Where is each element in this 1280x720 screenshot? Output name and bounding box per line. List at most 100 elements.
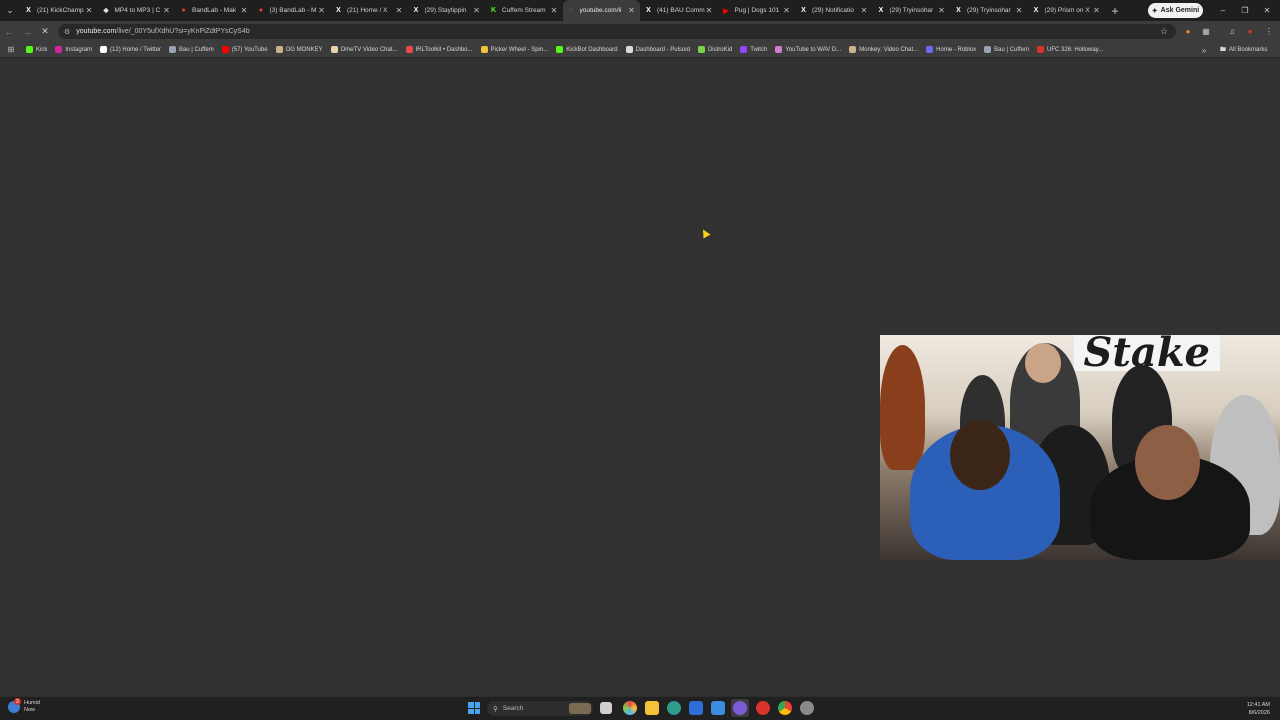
tab-close-icon[interactable]: ✕ [705,6,714,15]
bookmark-item[interactable]: Kick [22,42,51,58]
back-button[interactable]: ← [0,21,18,42]
bookmark-label: Home - Roblox [936,46,977,53]
tab-search-chevron-icon[interactable]: ⌄ [0,0,20,21]
weather-widget[interactable]: 2 Humid Now [8,698,40,714]
restore-window-button[interactable]: ❐ [1234,0,1256,21]
browser-tab[interactable]: X (29) Tryinsohar ✕ [950,0,1028,21]
chrome-icon[interactable] [778,701,792,715]
browser-tab[interactable]: X (41) BAU Comm ✕ [640,0,718,21]
ask-gemini-button[interactable]: ✦ Ask Gemini [1148,3,1203,18]
discord-icon[interactable] [733,701,747,715]
tab-close-icon[interactable]: ✕ [550,6,559,15]
browser-tab[interactable]: ▶ Pug | Dogs 101 ✕ [718,0,796,21]
x-logo-icon: X [413,7,419,14]
bookmark-item[interactable]: OG MONKEY [272,42,327,58]
profile-avatar[interactable]: ● [1241,21,1259,42]
bookmark-item[interactable]: Home - Roblox [922,42,980,58]
bookmark-item[interactable]: Picker Wheel - Spin... [477,42,553,58]
bookmark-star-icon[interactable]: ☆ [1160,26,1168,37]
bookmark-item[interactable]: KickBot Dashboard [552,42,621,58]
microsoft-store-icon[interactable] [689,701,703,715]
bookmark-label: IRLToolkit • Dashbo... [415,46,473,53]
system-clock[interactable]: 12:41 AM 8/6/2026 [1247,701,1270,717]
address-bar[interactable]: ⚙ youtube.com/live/_00Y5ufXdhU?si=yKnPiZ… [58,24,1176,39]
tab-title: (29) Prism on X [1044,7,1090,14]
tab-close-icon[interactable]: ✕ [1092,6,1101,15]
browser-tab[interactable]: X (29) Tryinsohar ✕ [873,0,951,21]
bookmark-item[interactable]: OmeTV Video Chat... [327,42,402,58]
tab-close-icon[interactable]: ✕ [937,6,946,15]
bookmark-favicon-icon [480,46,488,53]
site-info-icon[interactable]: ⚙ [64,28,70,36]
copilot-icon[interactable] [623,701,637,715]
tab-close-icon[interactable]: ✕ [240,6,249,15]
browser-tab[interactable]: X (21) Home / X ✕ [330,0,408,21]
all-bookmarks-button[interactable]: 🖿 All Bookmarks [1220,42,1267,58]
bookmark-label: (12) Home / Twitter [110,46,161,53]
tab-close-icon[interactable]: ✕ [85,6,94,15]
chrome-profile-icon[interactable] [756,701,770,715]
new-tab-button[interactable]: + [1105,0,1125,21]
bookmark-item[interactable]: Bau | Cuffem [980,42,1033,58]
apps-grid-icon[interactable]: ⊞ [0,45,22,54]
browser-tab[interactable]: ❖ MP4 to MP3 | C ✕ [98,0,176,21]
browser-tab[interactable]: X (21) KickChamp ✕ [20,0,98,21]
settings-gear-icon[interactable] [800,701,814,715]
stop-loading-button[interactable]: ✕ [36,21,54,42]
minimize-window-button[interactable]: – [1212,0,1234,21]
windows-start-icon[interactable] [468,702,480,714]
bookmark-label: OG MONKEY [285,46,323,53]
browser-tab[interactable]: ◌ youtube.com/li ✕ [562,0,640,21]
bookmark-favicon-icon [221,46,229,53]
tab-close-icon[interactable]: ✕ [472,6,481,15]
search-placeholder: Search [502,705,524,712]
tab-close-icon[interactable]: ✕ [162,6,171,15]
extensions-puzzle-icon[interactable]: ▦ [1197,21,1215,42]
media-controls-icon[interactable]: ♫ [1223,21,1241,42]
tab-title: (21) Home / X [347,7,388,14]
close-window-button[interactable]: ✕ [1256,0,1278,21]
bookmark-item[interactable]: Instagram [51,42,96,58]
tab-close-icon[interactable]: ✕ [860,6,869,15]
browser-tab[interactable]: ● BandLab - Mak ✕ [175,0,253,21]
task-view-icon[interactable] [600,702,612,714]
bookmark-item[interactable]: (12) Home / Twitter [96,42,165,58]
browser-tab[interactable]: X (29) Prism on X ✕ [1028,0,1106,21]
browser-tab[interactable]: X (29) Staytippin ✕ [408,0,486,21]
outlook-icon[interactable] [711,701,725,715]
extension-icon[interactable]: ● [1179,21,1197,42]
tab-close-icon[interactable]: ✕ [782,6,791,15]
mouse-cursor-icon [699,227,711,239]
browser-tab[interactable]: K Cuffem Stream ✕ [485,0,563,21]
bookmark-favicon-icon [697,46,705,53]
tab-close-icon[interactable]: ✕ [627,6,636,15]
edge-browser-icon[interactable] [667,701,681,715]
bookmark-item[interactable]: (57) YouTube [218,42,272,58]
browser-tab[interactable]: ● (3) BandLab - M ✕ [253,0,331,21]
bookmark-item[interactable]: Twitch [736,42,771,58]
bookmark-item[interactable]: YouTube to WAV D... [771,42,845,58]
bookmark-item[interactable]: Monkey: Video Chat... [845,42,922,58]
livestream-video-thumbnail[interactable]: Stake [880,335,1280,560]
tab-title: MP4 to MP3 | C [114,7,161,14]
file-explorer-icon[interactable] [645,701,659,715]
tab-title: (41) BAU Comm [657,7,705,14]
bandlab-icon: ● [258,7,264,14]
tab-title: (29) Notificatio [812,7,854,14]
x-logo-icon: X [878,7,884,14]
bookmark-favicon-icon [405,46,413,53]
forward-button[interactable]: → [18,21,36,42]
bookmark-item[interactable]: UFC 326: Holloway... [1033,42,1107,58]
tab-close-icon[interactable]: ✕ [1015,6,1024,15]
browser-tab[interactable]: X (29) Notificatio ✕ [795,0,873,21]
browser-menu-icon[interactable]: ⋮ [1260,21,1278,42]
bookmark-item[interactable]: DistroKid [694,42,736,58]
windows-taskbar: 2 Humid Now ⚲ Search 12:41 AM 8/6/2026 [0,696,1280,720]
bookmark-item[interactable]: Bau | Cuffem [165,42,218,58]
bookmark-item[interactable]: Dashboard - Pulsoid [622,42,694,58]
tab-close-icon[interactable]: ✕ [317,6,326,15]
more-bookmarks-chevron-icon[interactable]: » [1198,42,1210,58]
tab-close-icon[interactable]: ✕ [395,6,404,15]
bookmark-item[interactable]: IRLToolkit • Dashbo... [402,42,477,58]
taskbar-search-box[interactable]: ⚲ Search [487,701,593,716]
